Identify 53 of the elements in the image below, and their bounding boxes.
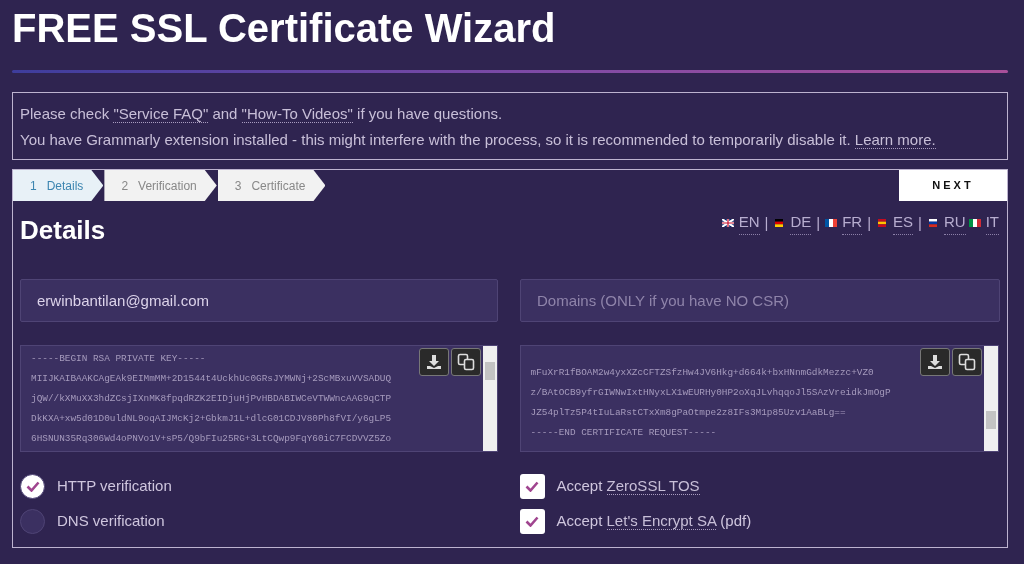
notice-text: You have Grammarly extension installed - this might interfere with the process, so it is recommended to temporarily disable it. Learn more.	[20, 130, 937, 151]
link[interactable]: Learn more.	[854, 131, 936, 149]
key-text-area[interactable]	[20, 345, 498, 452]
separator: |	[764, 212, 769, 233]
language-link[interactable]: DE	[790, 211, 812, 235]
agreement-label: Accept Let's Encrypt SA (pdf)	[556, 511, 752, 533]
radio-button[interactable]	[20, 509, 45, 534]
download-button[interactable]	[418, 348, 449, 376]
code-line: MIIJKAIBAAKCAgEAk9EIMmMM+2D1544t4UckhUc0GRsJYMWNj+2ScMBxuVVSADUQ	[31, 372, 392, 386]
language-link[interactable]: FR	[842, 211, 863, 235]
option-label: HTTP verification	[57, 476, 172, 497]
link[interactable]: ZeroSSL TOS	[606, 477, 700, 496]
checkbox[interactable]	[519, 509, 545, 534]
copy-icon	[456, 353, 475, 371]
wizard-step-tab[interactable]: 1 Details	[13, 170, 104, 201]
code-line: -----END CERTIFICATE REQUEST-----	[530, 426, 717, 440]
language-link[interactable]: IT	[985, 211, 999, 235]
separator: |	[816, 212, 821, 233]
language-link[interactable]: ES	[893, 211, 914, 235]
language-link[interactable]: EN	[738, 211, 760, 235]
download-icon	[425, 354, 442, 370]
checkbox[interactable]	[519, 474, 545, 499]
download-button[interactable]	[920, 348, 950, 376]
separator: |	[918, 212, 922, 233]
code-line: DkKXA+xw5d01D0uldNL9oqAIJMcKj2+GbkmJ1L+dlcG01CDJV80Ph8fVI/y6gLP5	[31, 412, 392, 426]
copy-icon	[958, 353, 976, 371]
agreement-label: Accept ZeroSSL TOS	[556, 476, 700, 498]
key-text-area[interactable]	[519, 345, 999, 452]
code-line: 6HSNUN35Rq306Wd4oPNVo1V+sP5/Q9bFIu25RG+3LtCQwp9FqY60iC7FCDVVZ5Zo	[31, 432, 392, 446]
download-icon	[927, 354, 943, 370]
link[interactable]: Let's Encrypt SA	[606, 512, 717, 531]
link[interactable]: "How-To Videos"	[241, 105, 353, 123]
code-line: JZ54plTz5P4tIuLaRstCTxXm8gPaOtmpe2z8IFs3M1p85Uzv1AaBLg==	[530, 406, 846, 420]
section-title: Details	[20, 215, 106, 247]
notice-text: Please check "Service FAQ" and "How-To Videos" if you have questions.	[20, 104, 504, 125]
language-link[interactable]: RU	[944, 211, 966, 235]
email-field[interactable]: erwinbantilan@gmail.com	[20, 279, 498, 322]
code-line: z/BAtOCB9yfrGIWNwIxtHNyxLX1wEURHy0HP2oXqJLvhqqoJl5SAzVreidkJmOgP	[530, 386, 891, 400]
code-line: mFuXrR1fBOAM2w4yxXZcCFTZSfzHw4JV6Hkg+d664k+bxHNnmGdkMezzc+VZ0	[530, 366, 874, 380]
check-icon	[25, 481, 40, 492]
separator: |	[867, 212, 872, 233]
copy-button[interactable]	[952, 348, 982, 376]
next-button[interactable]: NEXT	[899, 170, 1007, 201]
option-label: DNS verification	[57, 511, 165, 532]
page-title: FREE SSL Certificate Wizard	[12, 5, 557, 52]
code-line: jQW//kXMuXX3hdZCsjIXnMK8fpqdRZK2EIDjuHjPvHBDABIWCeVTWWncAAG9qCTP	[31, 392, 392, 406]
link[interactable]: "Service FAQ"	[113, 105, 209, 123]
radio-button[interactable]	[20, 474, 45, 499]
copy-button[interactable]	[450, 348, 481, 376]
domains-field[interactable]: Domains (ONLY if you have NO CSR)	[520, 279, 1000, 322]
code-line: -----BEGIN RSA PRIVATE KEY-----	[31, 352, 206, 366]
check-icon	[525, 481, 539, 492]
check-icon	[525, 516, 539, 527]
